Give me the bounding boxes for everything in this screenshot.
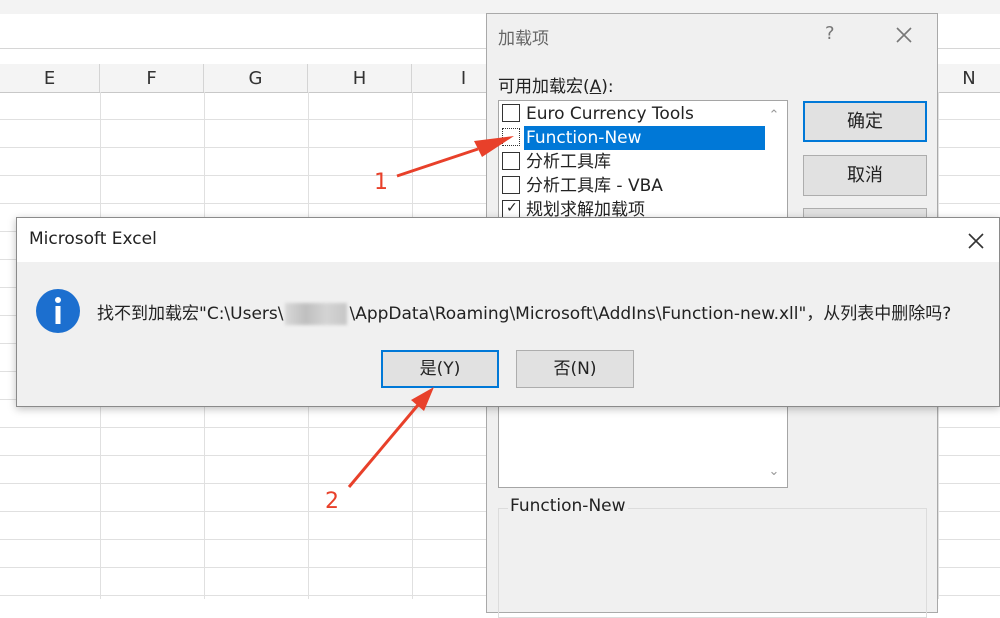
checkbox[interactable]	[502, 104, 520, 122]
column-header-h[interactable]: H	[308, 64, 412, 92]
scroll-down-icon[interactable]: ⌄	[765, 463, 783, 481]
column-header-g[interactable]: G	[204, 64, 308, 92]
checkmark-icon: ✓	[506, 200, 518, 216]
message-box-titlebar: Microsoft Excel	[17, 218, 999, 262]
checkbox[interactable]	[502, 152, 520, 170]
message-close-button[interactable]	[961, 226, 991, 256]
checkbox-checked[interactable]: ✓	[502, 200, 520, 218]
info-icon	[35, 288, 81, 334]
available-addins-label: 可用加载宏(A):	[498, 77, 614, 97]
checkbox[interactable]	[502, 128, 520, 146]
list-item[interactable]: 分析工具库	[501, 150, 761, 174]
list-item[interactable]: 分析工具库 - VBA	[501, 174, 761, 198]
message-box-title: Microsoft Excel	[29, 229, 157, 249]
column-header-e[interactable]: E	[0, 64, 100, 92]
column-header-f[interactable]: F	[100, 64, 204, 92]
excel-message-box: Microsoft Excel 找不到加载宏"C:\Users\ \AppData…	[16, 217, 1000, 407]
scroll-up-icon[interactable]: ⌃	[765, 107, 783, 125]
close-icon	[896, 27, 912, 43]
message-text: 找不到加载宏"C:\Users\ \AppData\Roaming\Microso…	[97, 303, 952, 325]
cancel-button[interactable]: 取消	[803, 155, 927, 196]
list-item[interactable]: Euro Currency Tools	[501, 102, 761, 126]
checkbox[interactable]	[502, 176, 520, 194]
annotation-number-1: 1	[374, 170, 388, 195]
ok-button[interactable]: 确定	[803, 101, 927, 142]
column-header-n[interactable]: N	[938, 64, 1000, 92]
description-title: Function-New	[508, 496, 628, 516]
addins-close-button[interactable]	[889, 20, 919, 50]
description-box	[498, 508, 927, 618]
yes-button[interactable]: 是(Y)	[381, 350, 499, 388]
no-button[interactable]: 否(N)	[516, 350, 634, 388]
redacted-username	[285, 303, 348, 325]
close-icon	[968, 233, 984, 249]
addins-dialog-title: 加载项	[498, 29, 549, 49]
annotation-number-2: 2	[325, 489, 339, 514]
message-box-body: 找不到加载宏"C:\Users\ \AppData\Roaming\Microso…	[17, 262, 999, 406]
list-item-selected[interactable]: Function-New	[501, 126, 765, 150]
help-button[interactable]: ?	[825, 23, 835, 44]
